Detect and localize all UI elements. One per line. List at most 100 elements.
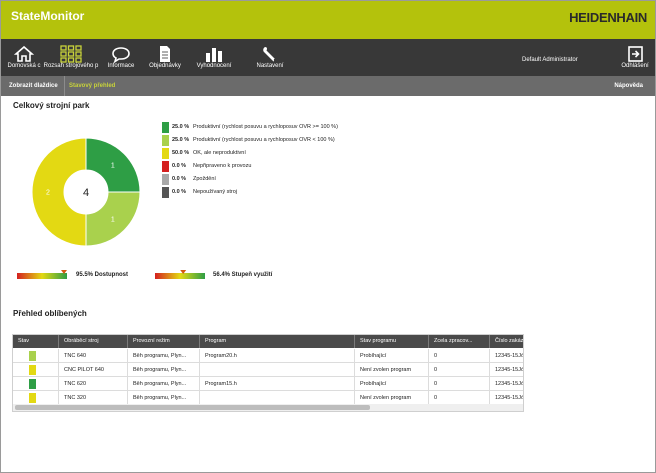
- horizontal-scrollbar[interactable]: [13, 404, 523, 411]
- donut-center-count: 4: [83, 187, 89, 199]
- chat-bubble-icon: [112, 47, 130, 63]
- scrollbar-thumb[interactable]: [15, 405, 370, 410]
- done-cell: 0: [429, 391, 490, 405]
- machine-cell: TNC 620: [59, 377, 128, 391]
- legend-label: Produktivní (rychlost posuvu a rychlopos…: [193, 124, 338, 130]
- logout-label: Odhlášení: [621, 63, 649, 69]
- nav-orders[interactable]: Objednávky: [145, 39, 185, 76]
- nav-home[interactable]: Domovská c: [5, 39, 43, 76]
- wrench-icon: [263, 47, 277, 62]
- help-link[interactable]: Nápověda: [614, 76, 643, 96]
- status-cell: [13, 363, 59, 377]
- park-legend: 25.0 % Produktivní (rychlost posuvu a ry…: [162, 122, 382, 200]
- order-cell: 12345-15Jól: [490, 349, 523, 363]
- sub-nav: Zobrazit dlaždice Stavový přehled Nápově…: [1, 76, 655, 96]
- nav-settings[interactable]: Nastavení: [251, 39, 289, 76]
- legend-swatch: [162, 135, 169, 146]
- utilization-label: 56.4% Stupeň využití: [213, 272, 273, 278]
- program-cell: [200, 391, 355, 405]
- col-header[interactable]: Obráběcí stroj: [59, 335, 128, 348]
- legend-percent: 50.0 %: [172, 150, 190, 156]
- app-window: StateMonitor HEIDENHAIN Domovská c Rozsa…: [0, 0, 656, 473]
- nav-info[interactable]: Informace: [103, 39, 139, 76]
- legend-label: Produktivní (rychlost posuvu a rychlopos…: [193, 137, 335, 143]
- order-cell: 12345-15Jól: [490, 377, 523, 391]
- app-title: StateMonitor: [11, 9, 85, 23]
- col-header[interactable]: Provozní režim: [128, 335, 200, 348]
- tab-status-overview[interactable]: Stavový přehled: [63, 76, 121, 96]
- program-state-cell: Probíhající: [355, 377, 429, 391]
- nav-info-label: Informace: [107, 63, 135, 69]
- legend-swatch: [162, 187, 169, 198]
- donut-segment-label: 1: [111, 216, 115, 223]
- table-header: Stav Obráběcí stroj Provozní režim Progr…: [13, 335, 523, 348]
- availability-gauge: [17, 270, 67, 279]
- legend-percent: 0.0 %: [172, 163, 187, 169]
- status-indicator: [29, 365, 36, 375]
- order-cell: 12345-15Jól: [490, 363, 523, 377]
- legend-item: 0.0 % Nepřipraveno k provozu: [162, 161, 382, 174]
- nav-evaluation[interactable]: Vyhodnocení: [193, 39, 235, 76]
- nav-settings-label: Nastavení: [256, 63, 284, 69]
- favorites-table: Stav Obráběcí stroj Provozní režim Progr…: [12, 334, 524, 412]
- document-icon: [160, 46, 170, 62]
- program-state-cell: Není zvolen program: [355, 363, 429, 377]
- table-row[interactable]: TNC 320 Běh programu, Plyn... Není zvole…: [13, 391, 523, 405]
- status-indicator: [29, 351, 36, 361]
- mode-cell: Běh programu, Plyn...: [128, 391, 200, 405]
- legend-item: 25.0 % Produktivní (rychlost posuvu a ry…: [162, 135, 382, 148]
- machine-cell: CNC PILOT 640: [59, 363, 128, 377]
- main-nav: Domovská c Rozsah strojového p Informace: [1, 39, 655, 76]
- brand-logo: HEIDENHAIN: [569, 10, 647, 25]
- legend-percent: 0.0 %: [172, 176, 187, 182]
- program-state-cell: Probíhající: [355, 349, 429, 363]
- donut-segment-label: 2: [46, 190, 50, 197]
- logout-icon: [628, 46, 643, 62]
- current-user: Default Administrator: [522, 57, 578, 63]
- bar-chart-icon: [206, 48, 222, 62]
- col-header[interactable]: Stav: [13, 335, 59, 348]
- legend-swatch: [162, 122, 169, 133]
- legend-swatch: [162, 161, 169, 172]
- col-header[interactable]: Stav programu: [355, 335, 429, 348]
- nav-machine-range-label: Rozsah strojového p: [43, 63, 99, 69]
- utilization-gauge: [155, 270, 205, 279]
- machine-park-donut-chart: 1 1 2 4: [31, 137, 141, 247]
- legend-item: 0.0 % Zpoždění: [162, 174, 382, 187]
- col-header[interactable]: Program: [200, 335, 355, 348]
- park-title: Celkový strojní park: [13, 101, 90, 110]
- col-header[interactable]: Číslo zakázk: [490, 335, 523, 348]
- legend-label: OK, ale neproduktivní: [193, 150, 246, 156]
- order-cell: 12345-15Jól: [490, 391, 523, 405]
- status-cell: [13, 349, 59, 363]
- nav-home-label: Domovská c: [7, 63, 41, 69]
- program-cell: Program15.h: [200, 377, 355, 391]
- machine-cell: TNC 320: [59, 391, 128, 405]
- legend-label: Zpoždění: [193, 176, 216, 182]
- mode-cell: Běh programu, Plyn...: [128, 377, 200, 391]
- legend-item: 0.0 % Nepoužívaný stroj: [162, 187, 382, 200]
- done-cell: 0: [429, 377, 490, 391]
- table-row[interactable]: CNC PILOT 640 Běh programu, Plyn... Není…: [13, 363, 523, 377]
- nav-machine-range[interactable]: Rozsah strojového p: [43, 39, 99, 76]
- legend-swatch: [162, 148, 169, 159]
- favorites-title: Přehled oblíbených: [13, 309, 87, 318]
- done-cell: 0: [429, 363, 490, 377]
- status-cell: [13, 391, 59, 405]
- mode-cell: Běh programu, Plyn...: [128, 349, 200, 363]
- app-header: StateMonitor HEIDENHAIN: [1, 1, 655, 39]
- logout-button[interactable]: Odhlášení: [617, 39, 653, 76]
- legend-percent: 25.0 %: [172, 137, 190, 143]
- legend-label: Nepřipraveno k provozu: [193, 163, 252, 169]
- col-header[interactable]: Zcela zpracov...: [429, 335, 490, 348]
- table-row[interactable]: TNC 640 Běh programu, Plyn... Program20.…: [13, 349, 523, 363]
- table-row[interactable]: TNC 620 Běh programu, Plyn... Program15.…: [13, 377, 523, 391]
- home-icon: [14, 45, 34, 62]
- machine-cell: TNC 640: [59, 349, 128, 363]
- legend-item: 50.0 % OK, ale neproduktivní: [162, 148, 382, 161]
- legend-label: Nepoužívaný stroj: [193, 189, 238, 195]
- program-state-cell: Není zvolen program: [355, 391, 429, 405]
- tab-tile-view[interactable]: Zobrazit dlaždice: [3, 76, 65, 96]
- program-cell: Program20.h: [200, 349, 355, 363]
- status-indicator: [29, 393, 36, 403]
